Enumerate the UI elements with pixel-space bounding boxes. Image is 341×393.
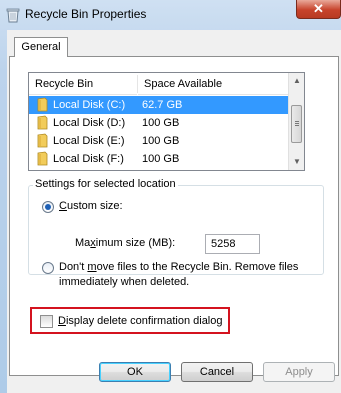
dont-move-radio[interactable] <box>42 262 54 274</box>
settings-groupbox: Settings for selected location Custom si… <box>28 178 324 288</box>
row-location: Local Disk (C:) <box>53 99 126 111</box>
column-header-location[interactable]: Recycle Bin Location <box>29 73 137 112</box>
list-item[interactable]: Local Disk (F:) 100 GB <box>29 150 288 168</box>
list-item[interactable]: Local Disk (E:) 100 GB <box>29 132 288 150</box>
list-scrollbar[interactable]: ▲ ▼ <box>288 73 304 170</box>
custom-size-label[interactable]: Custom size: <box>59 200 123 212</box>
dont-move-label[interactable]: Don't move files to the Recycle Bin. Rem… <box>59 261 298 273</box>
custom-size-radio[interactable] <box>42 201 54 213</box>
max-size-input[interactable]: 5258 <box>205 234 260 254</box>
settings-legend: Settings for selected location <box>33 178 178 190</box>
list-item[interactable]: Local Disk (C:) 62.7 GB <box>29 96 288 114</box>
confirm-dialog-label[interactable]: Display delete confirmation dialog <box>58 315 223 327</box>
properties-window: Recycle Bin Properties ✕ General Recycle… <box>0 0 341 393</box>
radio-selected-dot <box>45 204 51 210</box>
row-space: 100 GB <box>142 135 180 147</box>
close-icon: ✕ <box>313 1 324 16</box>
dont-move-label-line2[interactable]: immediately when deleted. <box>59 276 189 288</box>
row-space: 100 GB <box>142 153 180 165</box>
scroll-up-icon[interactable]: ▲ <box>289 73 304 89</box>
close-button[interactable]: ✕ <box>296 0 341 19</box>
folder-drive-icon <box>37 133 48 148</box>
max-size-label: Maximum size (MB): <box>75 237 176 249</box>
row-location: Local Disk (D:) <box>53 117 126 129</box>
scroll-down-icon[interactable]: ▼ <box>289 154 304 170</box>
apply-button[interactable]: Apply <box>263 362 335 382</box>
scroll-thumb[interactable] <box>291 105 302 143</box>
title-bar[interactable]: Recycle Bin Properties ✕ <box>0 0 341 30</box>
tab-general[interactable]: General <box>14 37 68 57</box>
folder-drive-icon <box>37 115 48 130</box>
row-space: 62.7 GB <box>142 99 183 111</box>
folder-drive-icon <box>37 97 48 112</box>
recycle-bin-icon <box>6 8 20 23</box>
confirm-dialog-checkbox[interactable] <box>40 315 53 328</box>
list-item[interactable]: Local Disk (D:) 100 GB <box>29 114 288 132</box>
cancel-button[interactable]: Cancel <box>181 362 253 382</box>
confirmation-highlight-box: Display delete confirmation dialog <box>30 307 230 334</box>
column-header-space[interactable]: Space Available <box>138 73 288 95</box>
ok-button[interactable]: OK <box>99 362 171 382</box>
general-tab-panel: Recycle Bin Location Space Available Loc… <box>9 56 339 376</box>
window-title: Recycle Bin Properties <box>25 7 147 21</box>
folder-drive-icon <box>37 151 48 166</box>
dialog-client: General Recycle Bin Location Space Avail… <box>7 30 341 393</box>
row-location: Local Disk (E:) <box>53 135 125 147</box>
row-location: Local Disk (F:) <box>53 153 124 165</box>
location-list[interactable]: Recycle Bin Location Space Available Loc… <box>28 72 305 171</box>
row-space: 100 GB <box>142 117 180 129</box>
